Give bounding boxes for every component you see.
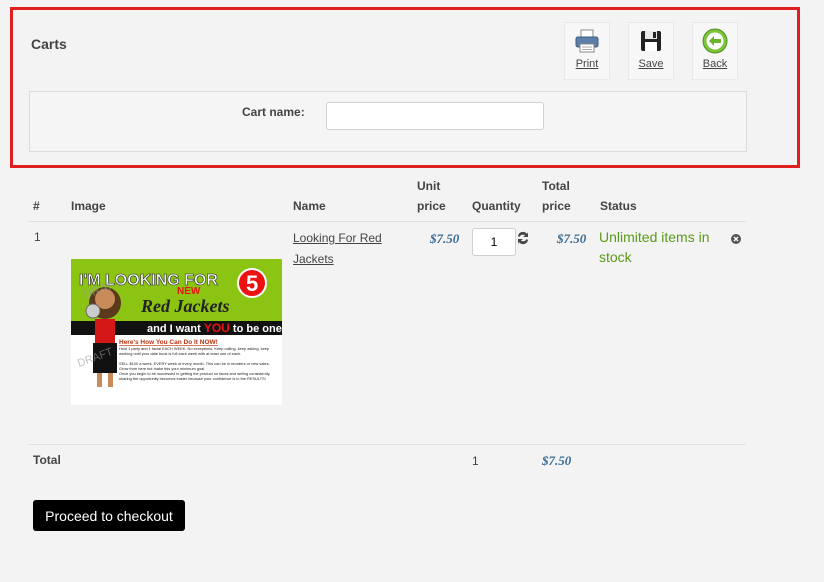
floppy-disk-icon <box>641 31 661 51</box>
save-button[interactable]: Save <box>628 22 674 80</box>
unit-price: $7.50 <box>430 231 460 246</box>
header-number: # <box>33 199 40 213</box>
panel-title: Carts <box>31 36 67 52</box>
cart-name-form: Cart name: <box>29 91 747 152</box>
total-price: $7.50 <box>557 231 587 246</box>
header-unit-price-line1: Unit <box>417 179 441 193</box>
cart-name-input[interactable] <box>326 102 544 130</box>
header-status: Status <box>600 199 637 213</box>
image-bullet-3: Once you begin to be successful in getti… <box>119 371 271 381</box>
footer-total-label: Total <box>33 453 61 467</box>
back-arrow-icon <box>702 28 728 54</box>
save-label: Save <box>638 58 664 70</box>
image-heading: Here's How You Can Do It NOW! <box>119 339 218 346</box>
product-image[interactable]: I'M LOOKING FOR 5 NEW Red Jackets and I … <box>71 259 282 405</box>
product-name-link[interactable]: Looking For Red Jackets <box>293 228 403 270</box>
print-button[interactable]: Print <box>564 22 610 80</box>
svg-text:and I want YOU to: and I want YOU to be one! <box>147 321 282 335</box>
back-label: Back <box>702 58 728 70</box>
remove-item-icon[interactable] <box>731 234 741 244</box>
cart-name-label: Cart name: <box>242 105 305 119</box>
print-label: Print <box>575 58 599 70</box>
image-line3c: to be one! <box>233 323 282 335</box>
image-bullet-2: SELL $100 a week, EVERY week of every mo… <box>119 361 270 371</box>
image-line2: Red Jackets <box>140 296 229 316</box>
header-total-price-line2: price <box>542 199 571 213</box>
cart-panel: Carts Print Save Back Cart name: <box>10 7 800 168</box>
row-divider <box>28 444 746 445</box>
printer-icon <box>575 29 599 53</box>
header-unit-price-line2: price <box>417 199 446 213</box>
image-bullet-1: Hold 1 party and 1 facial EACH WEEK. No … <box>119 346 270 356</box>
header-divider <box>28 221 746 222</box>
header-name: Name <box>293 199 326 213</box>
header-quantity: Quantity <box>472 199 521 213</box>
footer-quantity: 1 <box>472 454 479 468</box>
row-number: 1 <box>34 230 41 244</box>
header-image: Image <box>71 199 106 213</box>
update-quantity-icon[interactable] <box>516 231 530 245</box>
image-line3a: and I want <box>147 323 201 335</box>
stock-status: Unlimited items in stock <box>599 229 710 265</box>
back-button[interactable]: Back <box>692 22 738 80</box>
image-number: 5 <box>246 271 258 296</box>
proceed-to-checkout-button[interactable]: Proceed to checkout <box>33 500 185 531</box>
header-total-price-line1: Total <box>542 179 570 193</box>
image-line3b: YOU <box>204 321 230 335</box>
footer-total-price: $7.50 <box>542 453 572 468</box>
quantity-input[interactable] <box>472 228 516 256</box>
